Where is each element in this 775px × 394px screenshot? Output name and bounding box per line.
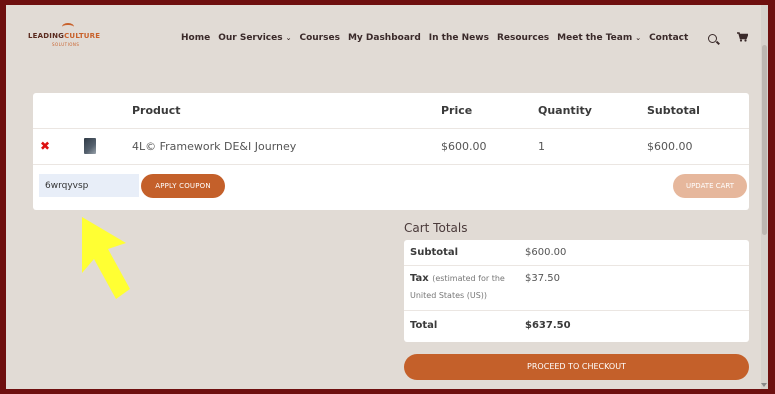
browser-viewport: LEADINGCULTURE SOLUTIONS Home Our Servic… [6, 5, 768, 389]
nav-our-services[interactable]: Our Services ⌄ [218, 33, 291, 43]
search-icon[interactable] [708, 33, 718, 43]
cart-table: Product Price Quantity Subtotal ✖ 4L© Fr… [33, 93, 749, 210]
chevron-down-icon: ⌄ [285, 34, 292, 42]
product-price: $600.00 [441, 140, 487, 153]
main-nav: Home Our Services ⌄ Courses My Dashboard … [181, 30, 749, 46]
product-thumbnail[interactable] [84, 138, 96, 154]
nav-in-the-news[interactable]: In the News [429, 33, 489, 43]
coupon-code-input[interactable] [39, 174, 139, 197]
subtotal-value: $600.00 [525, 247, 567, 258]
product-subtotal: $600.00 [647, 140, 693, 153]
total-value: $637.50 [525, 320, 571, 331]
header-subtotal: Subtotal [647, 104, 700, 117]
subtotal-label: Subtotal [410, 247, 459, 258]
quantity-field[interactable]: 1 [538, 140, 545, 153]
yellow-arrow-annotation [82, 217, 130, 299]
scrollbar-thumb[interactable] [762, 45, 767, 235]
logo-tagline: SOLUTIONS [52, 42, 80, 47]
tax-label: Tax (estimated for the [410, 273, 505, 284]
nav-my-dashboard[interactable]: My Dashboard [348, 33, 421, 43]
cart-table-header: Product Price Quantity Subtotal [33, 93, 749, 129]
cart-totals-table: Subtotal $600.00 Tax (estimated for the … [404, 240, 749, 342]
logo-wordmark: LEADINGCULTURE [28, 32, 101, 40]
site-logo[interactable]: LEADINGCULTURE SOLUTIONS [28, 23, 108, 53]
header-quantity: Quantity [538, 104, 592, 117]
nav-home[interactable]: Home [181, 33, 210, 43]
nav-contact[interactable]: Contact [649, 33, 688, 43]
nav-courses[interactable]: Courses [299, 33, 339, 43]
nav-meet-the-team[interactable]: Meet the Team ⌄ [557, 33, 641, 43]
totals-total-row: Total $637.50 [404, 311, 749, 342]
apply-coupon-button[interactable]: APPLY COUPON [141, 174, 225, 198]
totals-subtotal-row: Subtotal $600.00 [404, 240, 749, 266]
page-scrollbar[interactable] [761, 5, 768, 389]
update-cart-button[interactable]: UPDATE CART [673, 174, 747, 198]
tax-value: $37.50 [525, 273, 560, 284]
header-product: Product [132, 104, 181, 117]
cart-totals-title: Cart Totals [404, 221, 468, 235]
nav-resources[interactable]: Resources [497, 33, 549, 43]
scroll-down-arrow-icon[interactable] [761, 383, 767, 387]
proceed-to-checkout-button[interactable]: PROCEED TO CHECKOUT [404, 354, 749, 380]
cart-icon[interactable] [737, 31, 749, 45]
tax-note: United States (US)) [410, 291, 488, 300]
remove-item-icon[interactable]: ✖ [40, 139, 50, 153]
logo-swoosh [62, 23, 74, 31]
total-label: Total [410, 320, 438, 331]
chevron-down-icon: ⌄ [635, 34, 642, 42]
totals-tax-row: Tax (estimated for the United States (US… [404, 266, 749, 311]
product-name[interactable]: 4L© Framework DE&I Journey [132, 140, 296, 153]
table-row: ✖ 4L© Framework DE&I Journey $600.00 1 $… [33, 129, 749, 165]
header-price: Price [441, 104, 473, 117]
